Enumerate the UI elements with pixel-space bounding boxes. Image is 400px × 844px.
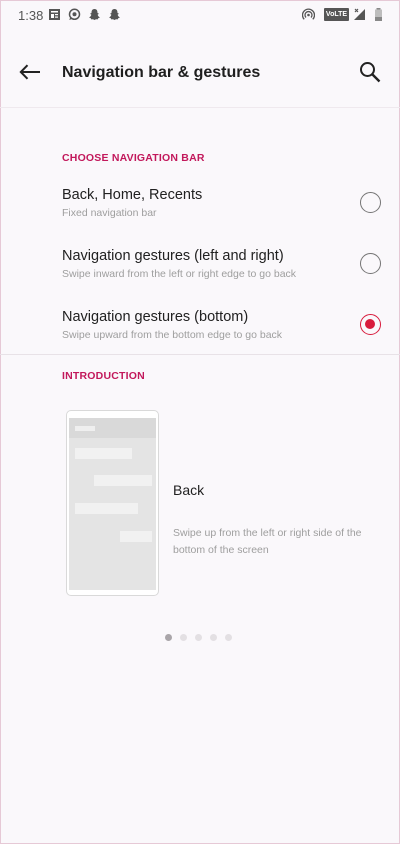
option-title: Navigation gestures (left and right) <box>62 248 284 264</box>
page-indicator <box>165 634 232 641</box>
radio-button-selected[interactable] <box>360 314 381 335</box>
search-icon <box>358 60 382 89</box>
battery-icon <box>372 8 385 21</box>
page-dot[interactable] <box>195 634 202 641</box>
page-dot[interactable] <box>225 634 232 641</box>
whatsapp-icon <box>68 8 81 21</box>
message-bubble <box>75 503 138 514</box>
phone-app-bar <box>69 418 156 438</box>
option-subtitle: Swipe inward from the left or right edge… <box>62 268 297 280</box>
gesture-title: Back <box>173 482 205 498</box>
phone-screen <box>69 418 156 590</box>
signal-icon <box>353 8 366 21</box>
app-bar: Navigation bar & gestures <box>0 44 400 108</box>
news-icon <box>48 8 61 21</box>
message-bubble <box>75 448 132 459</box>
arrow-left-icon <box>19 63 41 85</box>
option-title: Navigation gestures (bottom) <box>62 309 249 325</box>
divider <box>0 354 400 355</box>
page-dot[interactable] <box>210 634 217 641</box>
snapchat-icon <box>88 8 101 21</box>
section-header-navigation: CHOOSE NAVIGATION BAR <box>62 152 205 164</box>
message-bubble <box>94 475 152 486</box>
message-bubble <box>120 531 152 542</box>
hotspot-icon <box>302 8 315 21</box>
option-subtitle: Swipe upward from the bottom edge to go … <box>62 329 283 341</box>
volte-icon: VoLTE <box>324 8 349 21</box>
back-button[interactable] <box>14 58 46 90</box>
section-header-introduction: INTRODUCTION <box>62 370 145 382</box>
radio-button[interactable] <box>360 192 381 213</box>
option-back-home-recents[interactable]: Back, Home, Recents Fixed navigation bar <box>0 187 400 245</box>
radio-button[interactable] <box>360 253 381 274</box>
option-gestures-left-right[interactable]: Navigation gestures (left and right) Swi… <box>0 248 400 306</box>
screen-frame <box>0 0 400 844</box>
status-time: 1:38 <box>18 8 44 23</box>
status-bar: 1:38 VoLTE <box>0 0 400 32</box>
page-title: Navigation bar & gestures <box>62 64 261 81</box>
page-dot[interactable] <box>180 634 187 641</box>
search-button[interactable] <box>354 58 386 90</box>
phone-illustration <box>66 410 159 596</box>
snapchat-icon <box>108 8 121 21</box>
gesture-description: Swipe up from the left or right side of … <box>173 527 362 556</box>
page-dot-active[interactable] <box>165 634 172 641</box>
option-subtitle: Fixed navigation bar <box>62 207 157 219</box>
option-gestures-bottom[interactable]: Navigation gestures (bottom) Swipe upwar… <box>0 309 400 367</box>
option-title: Back, Home, Recents <box>62 187 203 203</box>
